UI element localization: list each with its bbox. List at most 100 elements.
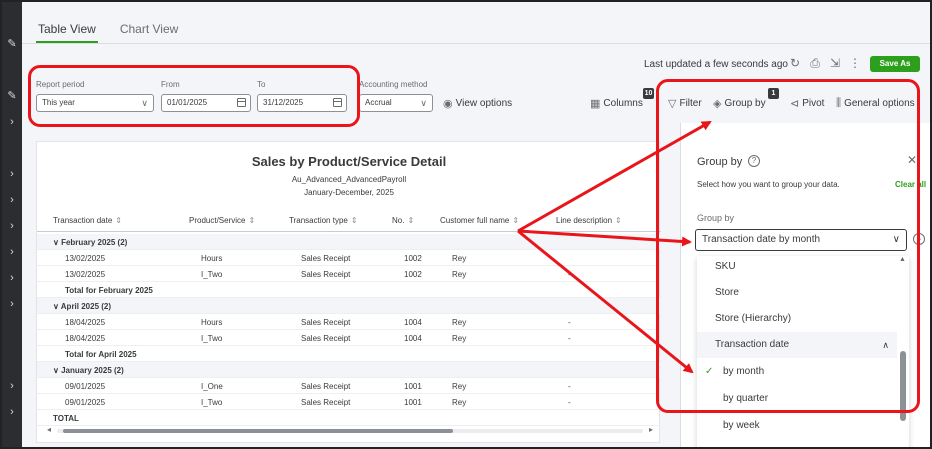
- table-cell: -: [568, 382, 571, 391]
- table-cell: I_Two: [201, 270, 223, 279]
- scroll-left-icon[interactable]: ◂: [47, 425, 51, 434]
- tab-chart-view[interactable]: Chart View: [118, 16, 180, 44]
- sort-icon: ⇕: [407, 216, 415, 225]
- table-cell: 1002: [404, 270, 422, 279]
- total-label: Total for February 2025: [65, 286, 153, 295]
- chevron-right-icon[interactable]: ›: [6, 380, 18, 392]
- table-cell: -: [568, 318, 571, 327]
- chevron-right-icon[interactable]: ›: [6, 406, 18, 418]
- app-window: ✎ ✎ › › › › › › › › › Table View Chart V…: [0, 0, 932, 449]
- chevron-right-icon[interactable]: ›: [6, 272, 18, 284]
- table-cell: Sales Receipt: [301, 398, 351, 407]
- accounting-method-label: Accounting method: [359, 80, 428, 89]
- group-by-option[interactable]: by week: [697, 413, 897, 439]
- group-label: ∨ April 2025 (2): [53, 302, 112, 311]
- horizontal-scrollbar[interactable]: ◂ ▸: [47, 425, 653, 434]
- total-row: Total for February 2025: [37, 282, 661, 298]
- refresh-icon[interactable]: ↻: [788, 56, 802, 70]
- table-cell: 13/02/2025: [65, 254, 106, 263]
- table-cell: 18/04/2025: [65, 334, 106, 343]
- tab-table-view[interactable]: Table View: [36, 16, 98, 44]
- columns-count-badge: 10: [643, 88, 654, 99]
- table-row: 18/04/2025 I_Two Sales Receipt 1004 Rey -: [37, 330, 661, 346]
- sort-icon: ⇕: [248, 216, 256, 225]
- table-cell: I_Two: [201, 334, 223, 343]
- report-title: Sales by Product/Service Detail: [251, 154, 447, 169]
- group-row[interactable]: ∨ February 2025 (2): [37, 234, 661, 250]
- annotation-box-group-by: [656, 79, 920, 413]
- group-row[interactable]: ∨ April 2025 (2): [37, 298, 661, 314]
- table-cell: 1001: [404, 398, 422, 407]
- chevron-down-icon: ∨: [420, 98, 427, 108]
- table-cell: Rey: [452, 270, 467, 279]
- table-cell: 1004: [404, 318, 422, 327]
- print-icon[interactable]: ⎙: [808, 56, 822, 70]
- chevron-right-icon[interactable]: ›: [6, 298, 18, 310]
- view-options-button[interactable]: ◉ View options: [443, 97, 512, 110]
- total-label: Total for April 2025: [65, 350, 137, 359]
- column-header[interactable]: Customer full name ⇕: [440, 216, 519, 225]
- sort-icon: ⇕: [115, 216, 122, 225]
- scroll-right-icon[interactable]: ▸: [649, 425, 653, 434]
- column-header[interactable]: Transaction date ⇕: [53, 216, 122, 225]
- table-cell: I_Two: [201, 398, 223, 407]
- eye-icon: ◉: [443, 98, 453, 110]
- chevron-right-icon[interactable]: ›: [6, 246, 18, 258]
- column-header[interactable]: Product/Service ⇕: [189, 216, 255, 225]
- table-cell: -: [568, 334, 571, 343]
- table-row: 13/02/2025 I_Two Sales Receipt 1002 Rey -: [37, 266, 661, 282]
- table-cell: Sales Receipt: [301, 334, 351, 343]
- total-label: TOTAL: [53, 414, 79, 423]
- group-row[interactable]: ∨ January 2025 (2): [37, 362, 661, 378]
- table-cell: Hours: [201, 318, 223, 327]
- report-period: January-December, 2025: [304, 188, 394, 197]
- option-label: by week: [723, 420, 760, 431]
- table-row: 18/04/2025 Hours Sales Receipt 1004 Rey -: [37, 314, 661, 330]
- table-cell: 1001: [404, 382, 422, 391]
- chevron-right-icon[interactable]: ›: [6, 168, 18, 180]
- report-card: Sales by Product/Service Detail Au_Advan…: [36, 141, 661, 443]
- view-options-label: View options: [455, 98, 513, 109]
- save-as-button[interactable]: Save As: [870, 56, 920, 72]
- chevron-right-icon[interactable]: ›: [6, 194, 18, 206]
- accounting-method-select[interactable]: Accrual ∨: [359, 94, 433, 112]
- table-row: 09/01/2025 I_One Sales Receipt 1001 Rey -: [37, 378, 661, 394]
- table-cell: -: [568, 398, 571, 407]
- scroll-thumb[interactable]: [63, 429, 453, 433]
- annotation-box-filters: [28, 65, 360, 127]
- table-cell: Sales Receipt: [301, 318, 351, 327]
- table-cell: -: [568, 270, 571, 279]
- table-cell: Rey: [452, 398, 467, 407]
- table-cell: I_One: [201, 382, 223, 391]
- columns-button[interactable]: ▦ Columns: [590, 97, 643, 110]
- table-cell: 13/02/2025: [65, 270, 106, 279]
- sort-icon: ⇕: [350, 216, 358, 225]
- edit-icon[interactable]: ✎: [6, 38, 18, 50]
- edit-icon[interactable]: ✎: [6, 90, 18, 102]
- column-header[interactable]: Line description ⇕: [556, 216, 622, 225]
- table-cell: Rey: [452, 318, 467, 327]
- table-cell: Sales Receipt: [301, 382, 351, 391]
- chevron-right-icon[interactable]: ›: [6, 116, 18, 128]
- columns-icon: ▦: [590, 98, 601, 110]
- last-updated-text: Last updated a few seconds ago: [644, 59, 788, 70]
- sort-icon: ⇕: [512, 216, 520, 225]
- left-nav-rail: ✎ ✎ › › › › › › › › ›: [2, 2, 22, 447]
- table-header: Transaction date ⇕ Product/Service ⇕ Trans…: [37, 210, 661, 232]
- table-cell: 09/01/2025: [65, 382, 106, 391]
- table-cell: Sales Receipt: [301, 254, 351, 263]
- table-row: 13/02/2025 Hours Sales Receipt 1002 Rey: [37, 250, 661, 266]
- table-cell: Rey: [452, 334, 467, 343]
- table-cell: Rey: [452, 254, 467, 263]
- column-header[interactable]: Transaction type ⇕: [289, 216, 358, 225]
- column-header[interactable]: No. ⇕: [392, 216, 414, 225]
- more-options-icon[interactable]: ⋮: [848, 56, 862, 70]
- chevron-right-icon[interactable]: ›: [6, 220, 18, 232]
- table-cell: 18/04/2025: [65, 318, 106, 327]
- export-icon[interactable]: ⇲: [828, 56, 842, 70]
- table-cell: 09/01/2025: [65, 398, 106, 407]
- total-row: Total for April 2025: [37, 346, 661, 362]
- total-row: TOTAL: [37, 410, 661, 426]
- sort-icon: ⇕: [615, 216, 622, 225]
- accounting-method-value: Accrual: [365, 98, 392, 107]
